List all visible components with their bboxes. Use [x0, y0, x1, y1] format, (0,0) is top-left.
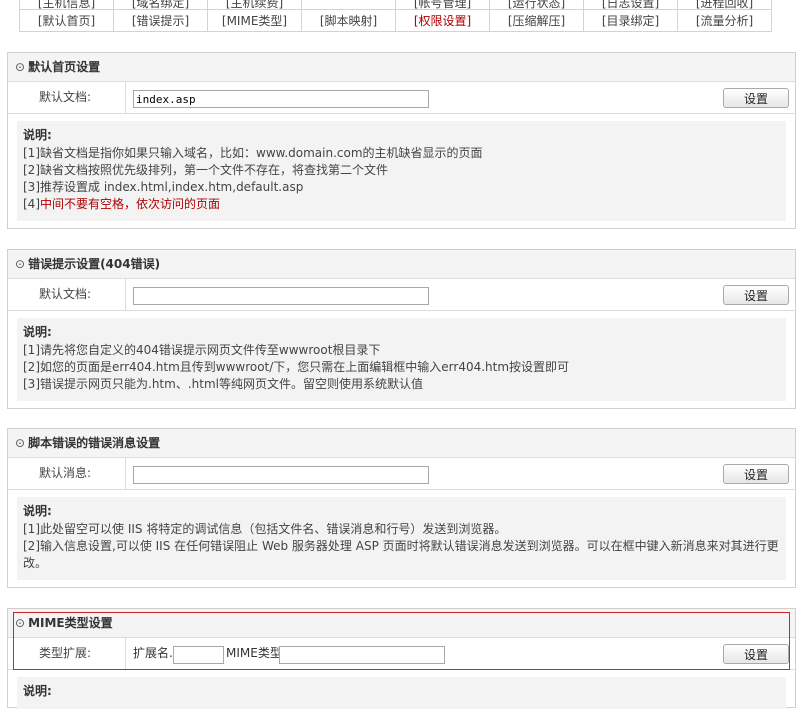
field-label: 默认文档: [8, 279, 126, 310]
extension-input[interactable] [173, 646, 224, 664]
note-warning: 中间不要有空格，依次访问的页面 [40, 197, 221, 211]
note-box: 说明: [1]请先将您自定义的404错误提示网页文件传至wwwroot根目录下 … [17, 318, 786, 401]
note-box: 说明: [1]缺省文档是指你如果只输入域名，比如：www.domain.com的… [17, 121, 786, 221]
panel-title: 脚本错误的错误消息设置 [28, 436, 161, 450]
error-page-panel: ⊙ 错误提示设置(404错误) 默认文档: 设置 说明: [1]请先将您自定义的4… [7, 249, 796, 409]
mime-type-input[interactable] [279, 646, 445, 664]
nav-script-map[interactable]: [脚本映射] [301, 9, 396, 32]
panel-header: ⊙ MIME类型设置 [8, 609, 795, 638]
circle-bullet-icon: ⊙ [15, 257, 26, 271]
default-page-panel: ⊙默认首页设置 默认文档: 设置 说明: [1]缺省文档是指你如果只输入域名，比… [7, 52, 796, 229]
nav-mime-type[interactable]: [MIME类型] [207, 9, 302, 32]
error-message-input[interactable] [133, 466, 429, 484]
note-line: [3]推荐设置成 index.html,index.htm,default.as… [23, 180, 304, 194]
top-nav: [主机信息] [域名绑定] [主机续费] [帐号管理] [运行状态] [日志设置… [19, 0, 772, 32]
nav-dir-binding[interactable]: [目录绑定] [583, 9, 678, 32]
circle-bullet-icon: ⊙ [15, 616, 26, 630]
script-error-row: 默认消息: 设置 [8, 458, 795, 490]
nav-host-info[interactable]: [主机信息] [19, 0, 114, 10]
error-doc-row: 默认文档: 设置 [8, 279, 795, 311]
set-button[interactable]: 设置 [723, 88, 789, 108]
field-label: 默认文档: [8, 82, 126, 113]
extension-label: 扩展名. [133, 646, 173, 660]
note-title: 说明: [23, 504, 52, 518]
nav-traffic[interactable]: [流量分析] [677, 9, 772, 32]
note-line: [4]中间不要有空格，依次访问的页面 [23, 196, 780, 213]
note-line: [2]缺省文档按照优先级排列，第一个文件不存在，将查找第二个文件 [23, 163, 389, 177]
note-title: 说明: [23, 325, 52, 339]
nav-host-renew[interactable]: [主机续费] [207, 0, 302, 10]
nav-empty [301, 0, 396, 10]
circle-bullet-icon: ⊙ [15, 60, 26, 74]
note-title: 说明: [23, 128, 52, 142]
set-button[interactable]: 设置 [723, 285, 789, 305]
note-prefix: [4] [23, 197, 40, 211]
panel-header: ⊙ 错误提示设置(404错误) [8, 250, 795, 279]
default-doc-row: 默认文档: 设置 [8, 82, 795, 114]
nav-permissions[interactable]: [权限设置] [395, 9, 490, 32]
nav-default-page[interactable]: [默认首页] [19, 9, 114, 32]
nav-domain-binding[interactable]: [域名绑定] [113, 0, 208, 10]
note-line: [1]请先将您自定义的404错误提示网页文件传至wwwroot根目录下 [23, 343, 381, 357]
note-line: [2]输入信息设置,可以使 IIS 在任何错误阻止 Web 服务器处理 ASP … [23, 539, 779, 570]
panel-title: 错误提示设置(404错误) [28, 257, 161, 271]
nav-compress[interactable]: [压缩解压] [489, 9, 584, 32]
mime-row: 类型扩展: 扩展名. MIME类型 设置 [8, 638, 795, 670]
note-line: [2]如您的页面是err404.htm且传到wwwroot/下，您只需在上面编辑… [23, 360, 570, 374]
circle-bullet-icon: ⊙ [15, 436, 26, 450]
set-button[interactable]: 设置 [723, 644, 789, 664]
nav-error-page[interactable]: [错误提示] [113, 9, 208, 32]
note-line: [1]缺省文档是指你如果只输入域名，比如：www.domain.com的主机缺省… [23, 146, 483, 160]
mime-panel: ⊙ MIME类型设置 类型扩展: 扩展名. MIME类型 设置 说明: [7, 608, 796, 709]
nav-process-recycle[interactable]: [进程回收] [677, 0, 772, 10]
note-title: 说明: [23, 684, 52, 698]
mime-type-label: MIME类型 [226, 646, 282, 660]
note-line: [1]此处留空可以使 IIS 将特定的调试信息（包括文件名、错误消息和行号）发送… [23, 522, 507, 536]
nav-account[interactable]: [帐号管理] [395, 0, 490, 10]
note-box: 说明: [1]此处留空可以使 IIS 将特定的调试信息（包括文件名、错误消息和行… [17, 497, 786, 580]
error-doc-input[interactable] [133, 287, 429, 305]
field-label: 默认消息: [8, 458, 126, 489]
panel-title: 默认首页设置 [28, 60, 101, 74]
default-doc-input[interactable] [133, 90, 429, 108]
panel-title: MIME类型设置 [28, 616, 113, 630]
note-line: [3]错误提示网页只能为.htm、.html等纯网页文件。留空则使用系统默认值 [23, 377, 423, 391]
nav-log-settings[interactable]: [日志设置] [583, 0, 678, 10]
note-box: 说明: [17, 677, 786, 709]
field-label: 类型扩展: [8, 638, 126, 669]
panel-header: ⊙ 脚本错误的错误消息设置 [8, 429, 795, 458]
panel-header: ⊙ 默认首页设置 [8, 53, 795, 82]
set-button[interactable]: 设置 [723, 464, 789, 484]
script-error-panel: ⊙ 脚本错误的错误消息设置 默认消息: 设置 说明: [1]此处留空可以使 IIS… [7, 428, 796, 588]
nav-status[interactable]: [运行状态] [489, 0, 584, 10]
